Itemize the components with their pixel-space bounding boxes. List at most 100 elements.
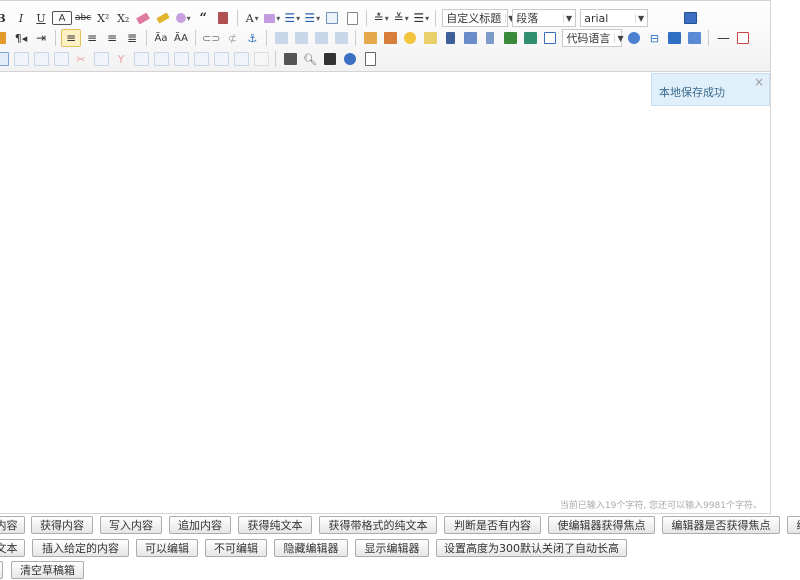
row-spacing-top-icon[interactable]: ≛ ▾ xyxy=(372,9,390,27)
link-icon[interactable]: ⊂⊃ xyxy=(201,29,221,47)
delete-row-icon[interactable]: ✂ xyxy=(72,50,90,68)
insert-frame-icon[interactable] xyxy=(541,29,559,47)
set-focus-button[interactable]: 使编辑器获得焦点 xyxy=(548,516,655,534)
eraser-icon[interactable] xyxy=(134,9,152,27)
chart-icon[interactable] xyxy=(252,50,270,68)
format-painter-icon[interactable] xyxy=(154,9,172,27)
insert-paragraph-before-table-icon[interactable] xyxy=(32,50,50,68)
subscript-icon[interactable]: X₂ xyxy=(114,9,132,27)
delete-col-icon[interactable]: Y xyxy=(112,50,130,68)
insert-row-icon[interactable] xyxy=(52,50,70,68)
insert-col-icon[interactable] xyxy=(92,50,110,68)
get-plain-text-button[interactable]: 获得纯文本 xyxy=(238,516,312,534)
google-map-icon[interactable] xyxy=(521,29,539,47)
emotion-icon[interactable] xyxy=(401,29,419,47)
has-content-button[interactable]: 判断是否有内容 xyxy=(444,516,541,534)
close-icon[interactable]: × xyxy=(754,75,764,89)
to-lowercase-icon[interactable]: Ãa xyxy=(152,29,170,47)
clear-document-icon[interactable] xyxy=(343,9,361,27)
clear-drafts-button[interactable]: 清空草稿箱 xyxy=(11,561,84,579)
text-direction-icon[interactable] xyxy=(0,29,10,47)
merge-right-icon[interactable] xyxy=(152,50,170,68)
image-center-icon[interactable] xyxy=(332,29,350,47)
fullscreen-icon[interactable] xyxy=(681,9,699,27)
disable-editing-button[interactable]: 不可编辑 xyxy=(205,539,267,557)
simple-upload-icon[interactable] xyxy=(361,29,379,47)
align-justify-icon[interactable]: ≣ xyxy=(123,29,141,47)
split-to-cells-icon[interactable] xyxy=(192,50,210,68)
editor-content-area[interactable] xyxy=(0,72,770,493)
insert-video-icon[interactable] xyxy=(441,29,459,47)
split-to-rows-icon[interactable] xyxy=(212,50,230,68)
help-icon[interactable] xyxy=(341,50,359,68)
paste-plain-icon[interactable] xyxy=(214,9,232,27)
append-content-button[interactable]: 追加内容 xyxy=(169,516,231,534)
merge-cells-icon[interactable] xyxy=(132,50,150,68)
insert-image-icon[interactable] xyxy=(381,29,399,47)
get-content-button[interactable]: 获得内容 xyxy=(31,516,93,534)
get-formatted-plain-text-button[interactable]: 获得带格式的纯文本 xyxy=(319,516,437,534)
row-spacing-bottom-icon[interactable]: ≚ ▾ xyxy=(392,9,410,27)
map-icon[interactable] xyxy=(501,29,519,47)
line-height-icon[interactable]: ☰ ▾ xyxy=(412,9,430,27)
hide-editor-button[interactable]: 隐藏编辑器 xyxy=(274,539,348,557)
background-color-icon[interactable]: ▾ xyxy=(263,9,281,27)
superscript-icon[interactable]: X² xyxy=(94,9,112,27)
scrawl-icon[interactable] xyxy=(421,29,439,47)
date-icon[interactable] xyxy=(734,29,752,47)
auto-typeset-icon[interactable]: ▾ xyxy=(174,9,192,27)
strikethrough-icon[interactable]: abc xyxy=(74,9,92,27)
italic-icon[interactable]: I xyxy=(12,9,30,27)
blockquote-icon[interactable]: “ xyxy=(194,9,212,27)
is-focus-button[interactable]: 编辑器是否获得焦点 xyxy=(662,516,780,534)
template-icon[interactable]: ⊟ xyxy=(645,29,663,47)
align-right-icon[interactable]: ≡ xyxy=(103,29,121,47)
font-family-select[interactable]: arial ▼ xyxy=(580,9,649,27)
select-all-icon[interactable] xyxy=(323,9,341,27)
horizontal-rule-icon[interactable]: — xyxy=(714,29,732,47)
image-right-icon[interactable] xyxy=(312,29,330,47)
to-uppercase-icon[interactable]: ÃA xyxy=(172,29,190,47)
anchor-icon[interactable]: ⚓ xyxy=(243,29,261,47)
drafts-icon[interactable] xyxy=(361,50,379,68)
print-icon[interactable] xyxy=(281,50,299,68)
split-to-cols-icon[interactable] xyxy=(232,50,250,68)
preview-icon[interactable]: 🔍︎ xyxy=(301,50,319,68)
font-color-icon[interactable]: A ▾ xyxy=(243,9,261,27)
background-icon[interactable] xyxy=(665,29,683,47)
merge-down-icon[interactable] xyxy=(172,50,190,68)
insert-html-button[interactable]: 插入给定的内容 xyxy=(32,539,129,557)
paragraph-mark-icon[interactable]: ¶◂ xyxy=(12,29,30,47)
show-editor-button[interactable]: 显示编辑器 xyxy=(355,539,429,557)
search-replace-icon[interactable] xyxy=(321,50,339,68)
toolbar-separator xyxy=(355,30,357,46)
enable-editing-button[interactable]: 可以编辑 xyxy=(136,539,198,557)
image-none-icon[interactable] xyxy=(272,29,290,47)
get-text-button[interactable]: 文本 xyxy=(0,539,25,557)
align-left-icon[interactable]: ≡ xyxy=(61,29,81,47)
bold-icon[interactable]: B xyxy=(0,9,10,27)
music-icon[interactable] xyxy=(461,29,479,47)
help-icon[interactable] xyxy=(685,29,703,47)
blur-button[interactable]: 编 xyxy=(787,516,800,534)
heading-select[interactable]: 自定义标题▼ xyxy=(442,9,514,27)
get-all-html-button[interactable]: 内容 xyxy=(0,516,25,534)
image-left-icon[interactable] xyxy=(292,29,310,47)
unlink-icon[interactable]: ⊄ xyxy=(223,29,241,47)
insert-table-icon[interactable] xyxy=(0,50,10,68)
paragraph-select[interactable]: 段落 ▼ xyxy=(512,9,577,27)
indent-icon[interactable]: ⇥ xyxy=(32,29,50,47)
ordered-list-icon[interactable]: ☰ ▾ xyxy=(283,9,301,27)
align-center-icon[interactable]: ≡ xyxy=(83,29,101,47)
set-content-button[interactable]: 写入内容 xyxy=(100,516,162,534)
code-language-select-value: 代码语言 xyxy=(566,32,611,45)
code-language-select[interactable]: 代码语言 ▼ xyxy=(562,29,624,47)
set-height-button[interactable]: 设置高度为300默认关闭了自动长高 xyxy=(436,539,627,557)
underline-icon[interactable]: U xyxy=(32,9,50,27)
unordered-list-icon[interactable]: ☰ ▾ xyxy=(303,9,321,27)
page-break-icon[interactable] xyxy=(625,29,643,47)
font-border-icon[interactable]: A xyxy=(52,11,72,25)
get-draft-button[interactable] xyxy=(0,561,3,579)
delete-table-icon[interactable] xyxy=(12,50,30,68)
attachment-icon[interactable] xyxy=(481,29,499,47)
